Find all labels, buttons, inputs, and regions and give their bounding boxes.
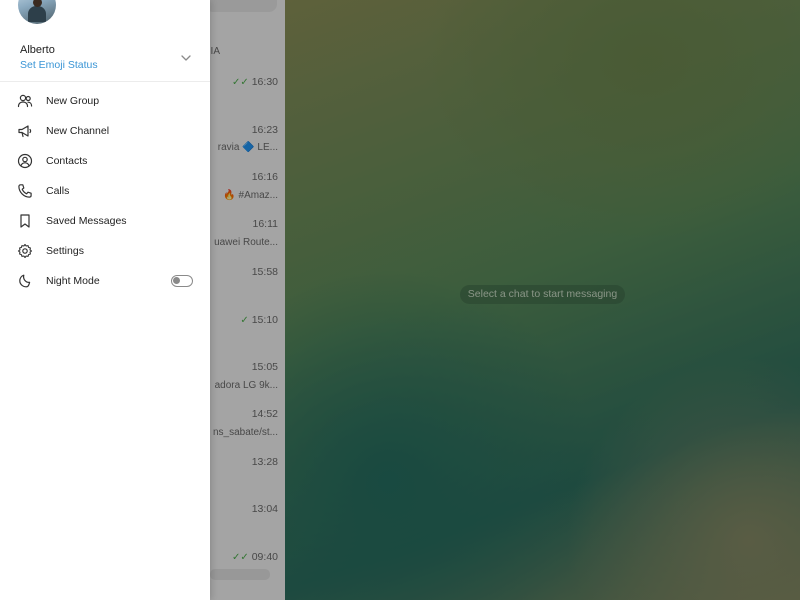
moon-icon	[19, 274, 31, 288]
night-mode-toggle[interactable]	[171, 275, 193, 287]
menu-item-label: New Channel	[46, 125, 110, 137]
divider	[0, 81, 210, 82]
contact-icon	[17, 153, 33, 169]
user-name: Alberto	[20, 44, 55, 56]
set-emoji-status-link[interactable]: Set Emoji Status	[20, 59, 98, 71]
menu-item-night-mode[interactable]: Night Mode	[0, 266, 210, 296]
group-icon	[17, 94, 33, 108]
menu-item-label: Calls	[46, 185, 70, 197]
menu-item-new-group[interactable]: New Group	[0, 86, 210, 116]
phone-icon	[18, 184, 32, 198]
side-menu-drawer: Alberto Set Emoji Status New Group New C…	[0, 0, 210, 600]
megaphone-icon	[18, 125, 32, 138]
gear-icon	[17, 243, 33, 259]
chevron-down-icon[interactable]	[180, 52, 192, 64]
toggle-knob	[173, 277, 180, 284]
menu-item-label: Saved Messages	[46, 215, 127, 227]
avatar[interactable]	[18, 0, 56, 24]
menu-item-label: New Group	[46, 95, 100, 107]
menu-item-label: Night Mode	[46, 275, 100, 287]
menu-item-settings[interactable]: Settings	[0, 236, 210, 266]
menu-item-saved-messages[interactable]: Saved Messages	[0, 206, 210, 236]
menu-item-label: Contacts	[46, 155, 88, 167]
menu-list: New Group New Channel Contacts Calls Sav…	[0, 86, 210, 296]
bookmark-icon	[20, 214, 30, 228]
menu-item-label: Settings	[46, 245, 84, 257]
menu-item-calls[interactable]: Calls	[0, 176, 210, 206]
menu-item-contacts[interactable]: Contacts	[0, 146, 210, 176]
menu-item-new-channel[interactable]: New Channel	[0, 116, 210, 146]
